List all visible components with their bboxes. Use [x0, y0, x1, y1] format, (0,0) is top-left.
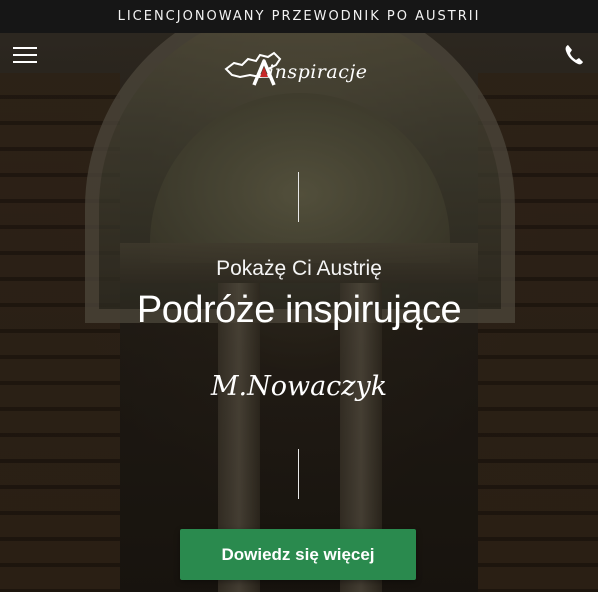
hero-section: inspiracje Pokażę Ci Austrię Podróże ins…: [0, 33, 598, 592]
hamburger-menu-icon[interactable]: [13, 47, 37, 63]
site-logo[interactable]: inspiracje: [224, 47, 384, 93]
divider-line-bottom: [298, 449, 299, 499]
hero-subtitle: Pokażę Ci Austrię: [216, 257, 382, 280]
phone-icon[interactable]: [564, 44, 584, 66]
signature: M.Nowaczyk: [210, 371, 388, 402]
top-banner: LICENCJONOWANY PRZEWODNIK PO AUSTRII: [0, 0, 598, 33]
divider-line-top: [298, 172, 299, 222]
hero-headline: Podróże inspirujące: [136, 289, 462, 331]
learn-more-button[interactable]: Dowiedz się więcej: [180, 529, 416, 580]
logo-text: inspiracje: [268, 61, 368, 83]
top-banner-text: LICENCJONOWANY PRZEWODNIK PO AUSTRII: [117, 9, 481, 24]
